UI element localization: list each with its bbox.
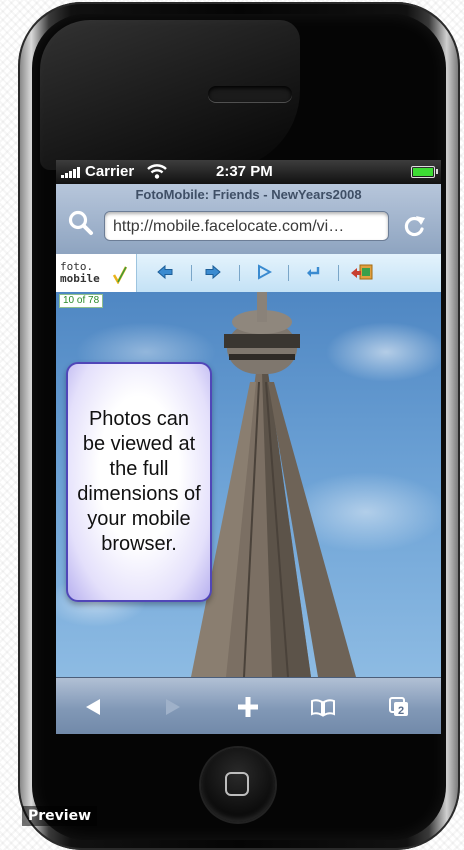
- back-icon[interactable]: [78, 692, 108, 722]
- wifi-icon: [146, 162, 168, 184]
- play-icon[interactable]: [256, 263, 273, 286]
- toolbar-divider: [288, 265, 289, 281]
- battery-icon: [411, 166, 438, 178]
- preview-label: Preview: [22, 806, 98, 826]
- toolbar-divider: [239, 265, 240, 281]
- safari-header: FotoMobile: Friends - NewYears2008 http:…: [56, 184, 441, 255]
- photo-viewer[interactable]: 10 of 78 Photos can be viewed at the ful…: [56, 292, 441, 677]
- phone-screen: Carrier 2:37 PM FotoMobile: Friends - Ne…: [56, 160, 441, 734]
- photo-counter: 10 of 78: [59, 294, 104, 308]
- callout-text: Photos can be viewed at the full dimensi…: [77, 408, 201, 555]
- home-button[interactable]: [201, 748, 275, 822]
- callout-box: Photos can be viewed at the full dimensi…: [66, 362, 212, 602]
- carrier-name: Carrier: [85, 163, 135, 180]
- carrier-indicator: Carrier: [61, 163, 134, 180]
- battery-fill: [413, 168, 433, 176]
- pages-icon[interactable]: 2: [384, 692, 414, 722]
- status-bar: Carrier 2:37 PM: [56, 160, 441, 184]
- safari-bottom-toolbar: 2: [56, 677, 441, 734]
- page-title: FotoMobile: Friends - NewYears2008: [135, 187, 362, 202]
- home-square-icon: [225, 772, 249, 796]
- toolbar-divider: [191, 265, 192, 281]
- bookmarks-icon[interactable]: [308, 692, 338, 722]
- logo-line-2: mobile: [60, 272, 100, 285]
- exit-icon[interactable]: [350, 263, 374, 288]
- pages-count: 2: [398, 705, 404, 717]
- search-icon[interactable]: [66, 208, 96, 238]
- forward-arrow-icon[interactable]: [204, 263, 222, 286]
- back-arrow-icon[interactable]: [156, 263, 174, 286]
- forward-icon[interactable]: [158, 692, 188, 722]
- reload-icon[interactable]: [399, 210, 431, 242]
- fotomobile-logo[interactable]: foto. mobile: [56, 254, 137, 292]
- return-icon[interactable]: [304, 263, 322, 286]
- toolbar-divider: [338, 265, 339, 281]
- add-bookmark-icon[interactable]: [233, 692, 263, 722]
- signal-bars-icon: [61, 166, 80, 178]
- earpiece-speaker: [208, 86, 292, 102]
- status-time: 2:37 PM: [216, 163, 273, 180]
- logo-check-icon: [112, 266, 128, 289]
- url-field[interactable]: http://mobile.facelocate.com/vi…: [104, 211, 389, 241]
- fotomobile-toolbar: foto. mobile: [56, 254, 441, 293]
